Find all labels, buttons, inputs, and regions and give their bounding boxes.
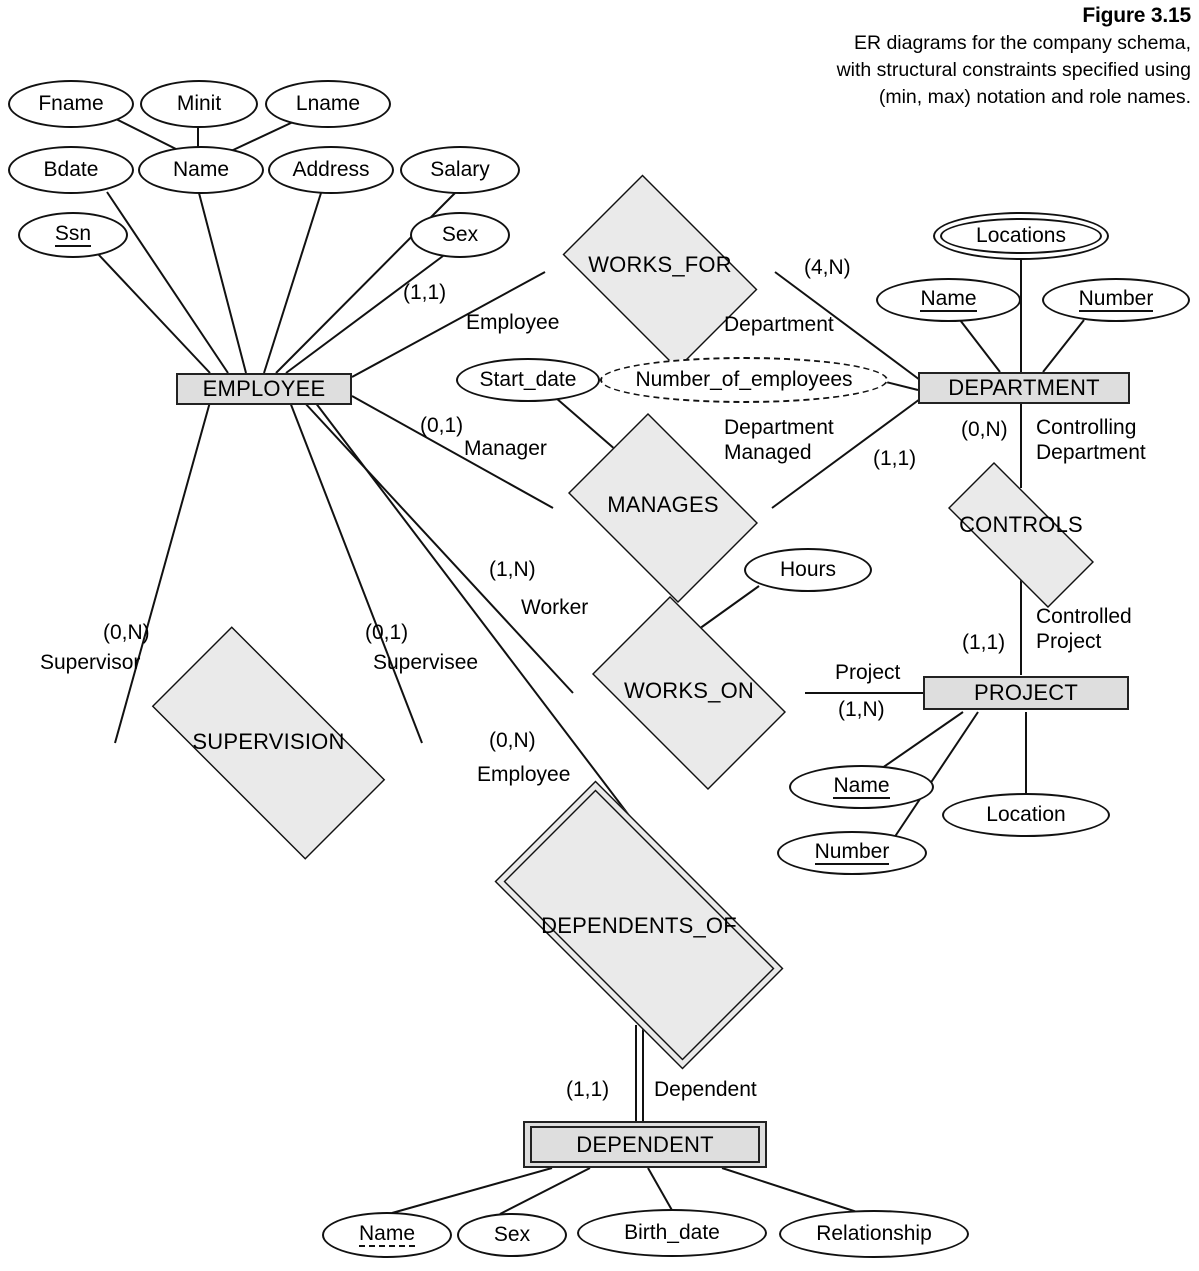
attribute-department-number-of-employees: Number_of_employees — [600, 357, 888, 403]
attribute-employee-minit: Minit — [140, 80, 258, 128]
relationship-works-for-label: WORKS_FOR — [588, 252, 732, 277]
relationship-dependents-of-label: DEPENDENTS_OF — [541, 913, 737, 938]
entity-employee: EMPLOYEE — [176, 373, 352, 405]
attribute-project-name: Name — [789, 765, 934, 809]
attribute-dependent-relationship: Relationship — [779, 1210, 969, 1258]
attribute-dependent-birth-date: Birth_date — [577, 1209, 767, 1257]
role-works-for-employee: Employee — [466, 311, 560, 334]
attribute-employee-fname: Fname — [8, 80, 134, 128]
constraint-dependents-of-employee: (0,N) — [489, 729, 536, 752]
role-works-on-project: Project — [835, 661, 901, 684]
relationship-supervision-label: SUPERVISION — [192, 729, 345, 754]
attribute-employee-salary: Salary — [400, 146, 520, 194]
role-supervision-supervisor: Supervisor — [40, 651, 141, 674]
constraint-manages-department: (1,1) — [873, 447, 917, 470]
constraint-supervision-supervisee: (0,1) — [365, 621, 409, 644]
constraint-controls-project: (1,1) — [962, 631, 1006, 654]
attribute-manages-start-date: Start_date — [456, 358, 600, 402]
figure-description: ER diagrams for the company schema, with… — [836, 32, 1191, 108]
role-works-on-worker: Worker — [521, 596, 589, 619]
relationship-works-on-label: WORKS_ON — [624, 678, 754, 703]
entity-department: DEPARTMENT — [918, 372, 1130, 404]
attribute-project-location: Location — [942, 793, 1110, 837]
role-manages-manager: Manager — [464, 437, 547, 460]
constraint-controls-department: (0,N) — [961, 418, 1008, 441]
attribute-employee-sex: Sex — [410, 212, 510, 258]
relationship-controls: CONTROLS — [921, 462, 1121, 608]
relationship-works-on: WORKS_ON — [573, 596, 805, 790]
relationship-controls-label: CONTROLS — [959, 512, 1083, 537]
constraint-works-for-department: (4,N) — [804, 256, 851, 279]
role-supervision-supervisee: Supervisee — [373, 651, 479, 674]
relationship-supervision: SUPERVISION — [115, 626, 422, 860]
attribute-employee-bdate: Bdate — [8, 146, 134, 194]
role-dependents-of-employee: Employee — [477, 763, 571, 786]
constraint-dependents-of-dependent: (1,1) — [566, 1078, 610, 1101]
er-diagram-figure: Figure 3.15 ER diagrams for the company … — [0, 0, 1199, 1271]
constraint-works-on-project: (1,N) — [838, 698, 885, 721]
attribute-employee-ssn: Ssn — [18, 212, 128, 258]
attribute-department-number: Number — [1042, 278, 1190, 322]
attribute-works-on-hours: Hours — [744, 548, 872, 592]
relationship-manages-label: MANAGES — [607, 492, 719, 517]
entity-dependent: DEPENDENT — [523, 1121, 767, 1168]
relationship-dependents-of: DEPENDENTS_OF — [451, 780, 827, 1070]
weak-entity-inner-border: DEPENDENT — [530, 1126, 760, 1163]
attribute-employee-address: Address — [268, 146, 394, 194]
figure-title: Figure 3.15 — [1082, 4, 1191, 27]
figure-caption: Figure 3.15 ER diagrams for the company … — [831, 2, 1192, 111]
constraint-works-on-worker: (1,N) — [489, 558, 536, 581]
attribute-employee-name: Name — [138, 146, 264, 194]
role-dependents-of-dependent: Dependent — [654, 1078, 757, 1101]
role-works-for-department: Department — [724, 313, 834, 336]
role-controls-department: Controlling Department — [1036, 416, 1146, 464]
entity-project: PROJECT — [923, 676, 1129, 710]
attribute-employee-lname: Lname — [265, 80, 391, 128]
attribute-dependent-name: Name — [322, 1212, 452, 1258]
constraint-supervision-supervisor: (0,N) — [103, 621, 150, 644]
attribute-dependent-sex: Sex — [457, 1213, 567, 1257]
role-controls-project: Controlled Project — [1036, 605, 1132, 653]
attribute-department-locations: Locations — [933, 212, 1109, 260]
role-manages-department: Department Managed — [724, 416, 834, 464]
constraint-works-for-employee: (1,1) — [403, 281, 447, 304]
constraint-manages-manager: (0,1) — [420, 414, 464, 437]
attribute-department-name: Name — [876, 278, 1021, 322]
